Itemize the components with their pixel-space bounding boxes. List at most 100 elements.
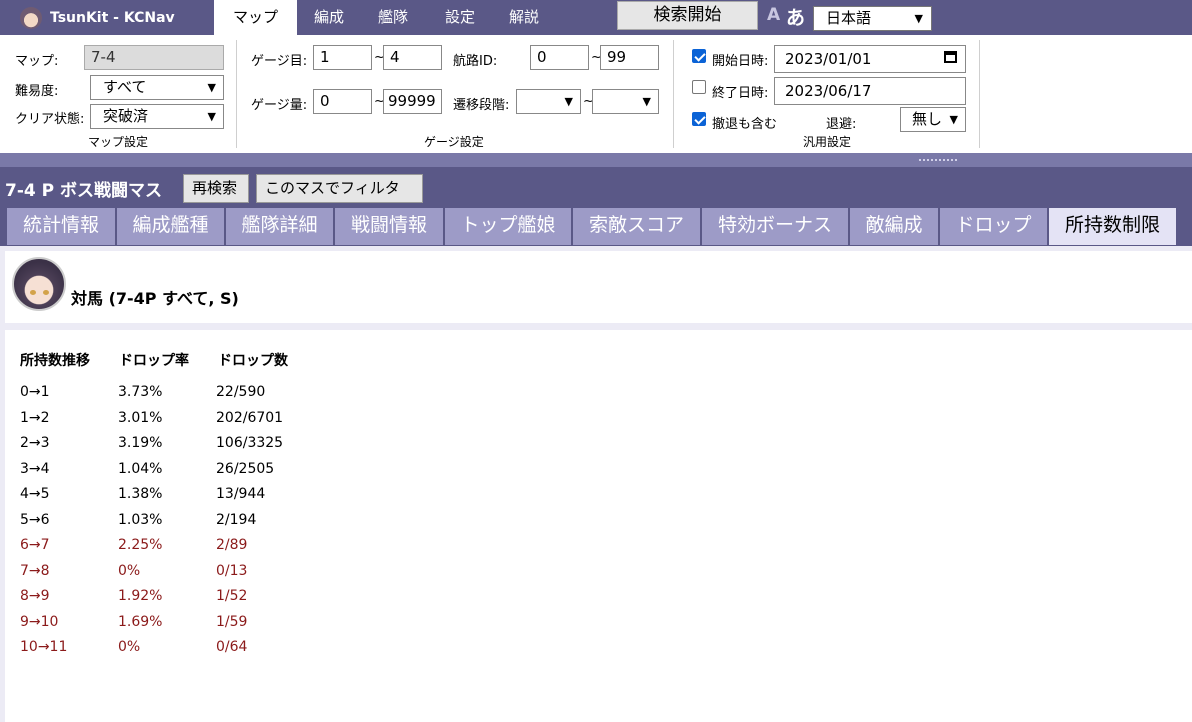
chevron-down-icon: ▼ — [914, 12, 923, 25]
calendar-icon[interactable] — [944, 51, 957, 63]
start-date-input[interactable]: 2023/01/01 — [774, 45, 966, 73]
table-row-drop-count: 2/89 — [216, 537, 248, 553]
search-start-button[interactable]: 検索開始 — [617, 1, 758, 30]
brand-logo-icon — [20, 6, 42, 29]
route-id-to-input[interactable]: 99 — [600, 45, 659, 70]
top-nav: TsunKit - KCNav マップ 編成 艦隊 設定 解説 検索開始 A あ… — [0, 0, 1192, 35]
node-title-bar: 7-4 P ボス戦闘マス 再検索 このマスでフィルタ — [0, 167, 1192, 207]
table-row-transition: 10→11 — [20, 639, 68, 655]
tab-special-bonus[interactable]: 特効ボーナス — [702, 208, 848, 245]
phase-label: 遷移段階: — [453, 98, 510, 113]
language-select[interactable]: 日本語 ▼ — [813, 6, 932, 31]
nav-tab-guide[interactable]: 解説 — [499, 0, 549, 35]
nav-tab-fleet[interactable]: 艦隊 — [368, 0, 418, 35]
table-row-drop-count: 0/64 — [216, 639, 248, 655]
end-date-label: 終了日時: — [712, 86, 769, 101]
table-row-drop-rate: 0% — [118, 562, 141, 579]
nav-tab-settings[interactable]: 設定 — [435, 0, 485, 35]
difficulty-value: すべて — [103, 78, 147, 96]
tab-enemy-comp[interactable]: 敵編成 — [850, 208, 938, 245]
route-id-label: 航路ID: — [453, 54, 498, 69]
column-header-drop-rate: ドロップ率 — [119, 353, 189, 369]
ship-name: 対馬 (7-4P すべて, S) — [71, 289, 239, 308]
table-row-drop-count: 106/3325 — [216, 435, 284, 451]
nav-tab-map[interactable]: マップ — [214, 0, 297, 35]
evade-label: 退避: — [826, 117, 857, 132]
font-latin-icon[interactable]: A — [767, 5, 780, 25]
table-row-transition: 5→6 — [20, 511, 50, 528]
column-header-transition: 所持数推移 — [20, 353, 90, 369]
end-date-checkbox[interactable] — [692, 80, 706, 94]
tab-drops[interactable]: ドロップ — [940, 208, 1047, 245]
column-header-drop-count: ドロップ数 — [218, 353, 288, 369]
gauge-number-from-input[interactable]: 1 — [313, 45, 372, 70]
tab-ownership-limit[interactable]: 所持数制限 — [1049, 208, 1176, 245]
tab-top-ships[interactable]: トップ艦娘 — [445, 208, 571, 245]
research-button[interactable]: 再検索 — [183, 174, 249, 203]
phase-from-select[interactable]: ▼ — [516, 89, 581, 114]
tab-fleet-types[interactable]: 編成艦種 — [117, 208, 224, 245]
clear-status-select[interactable]: 突破済 ▼ — [90, 104, 224, 129]
ownership-stats-table: 所持数推移 ドロップ率 ドロップ数 0→1 3.73% 22/590 1→2 3.01%… — [5, 330, 1192, 722]
gauge-settings-group-label: ゲージ設定 — [424, 135, 484, 149]
tab-battle-info[interactable]: 戦闘情報 — [335, 208, 443, 245]
include-retreat-checkbox[interactable] — [692, 112, 706, 126]
divider — [979, 40, 980, 148]
table-row-drop-count: 1/52 — [216, 588, 248, 604]
divider — [236, 40, 237, 148]
font-japanese-icon[interactable]: あ — [786, 3, 805, 30]
divider — [673, 40, 674, 148]
table-row-transition: 2→3 — [20, 435, 50, 451]
table-row-drop-count: 0/13 — [216, 562, 248, 579]
language-value: 日本語 — [826, 9, 872, 27]
brand[interactable]: TsunKit - KCNav — [20, 0, 175, 35]
end-date-input[interactable]: 2023/06/17 — [774, 77, 966, 105]
start-date-checkbox[interactable] — [692, 49, 706, 63]
difficulty-label: 難易度: — [15, 84, 59, 99]
table-row-transition: 9→10 — [20, 613, 59, 630]
gauge-number-to-input[interactable]: 4 — [383, 45, 442, 70]
tab-fleet-details[interactable]: 艦隊詳細 — [226, 208, 333, 245]
difficulty-select[interactable]: すべて ▼ — [90, 75, 224, 100]
gauge-amount-label: ゲージ量: — [251, 98, 308, 113]
ship-card: 対馬 (7-4P すべて, S) — [5, 251, 1192, 323]
chevron-down-icon: ▼ — [207, 81, 216, 94]
result-tabs: 統計情報 編成艦種 艦隊詳細 戦闘情報 トップ艦娘 索敵スコア 特効ボーナス 敵… — [0, 207, 1192, 246]
table-row-drop-count: 26/2505 — [216, 460, 275, 477]
evade-select[interactable]: 無し ▼ — [900, 107, 966, 132]
gauge-amount-to-input[interactable]: 99999 — [383, 89, 442, 114]
table-row-transition: 6→7 — [20, 537, 50, 553]
table-row-drop-rate: 1.04% — [118, 460, 163, 477]
table-row-drop-rate: 3.01% — [118, 409, 163, 426]
table-row-drop-rate: 1.92% — [118, 588, 163, 604]
include-retreat-label: 撤退も含む — [712, 117, 778, 132]
filter-node-button[interactable]: このマスでフィルタ — [256, 174, 423, 203]
table-row-drop-count: 22/590 — [216, 384, 266, 400]
table-row-transition: 3→4 — [20, 460, 50, 477]
route-id-from-input[interactable]: 0 — [530, 45, 589, 70]
table-row-drop-count: 13/944 — [216, 486, 266, 502]
phase-to-select[interactable]: ▼ — [592, 89, 659, 114]
table-row-drop-rate: 0% — [118, 639, 141, 655]
table-row-drop-rate: 3.73% — [118, 384, 163, 400]
gauge-amount-from-input[interactable]: 0 — [313, 89, 372, 114]
map-field: 7-4 — [84, 45, 224, 70]
tab-statistics[interactable]: 統計情報 — [7, 208, 115, 245]
table-row-transition: 0→1 — [20, 384, 50, 400]
panel-splitter[interactable] — [0, 153, 1192, 167]
table-row-drop-rate: 1.38% — [118, 486, 163, 502]
table-row-drop-rate: 3.19% — [118, 435, 163, 451]
clear-status-label: クリア状態: — [15, 112, 85, 127]
table-row-transition: 8→9 — [20, 588, 50, 604]
drag-handle-icon[interactable] — [918, 158, 958, 162]
ship-avatar — [12, 257, 66, 311]
tab-los-score[interactable]: 索敵スコア — [573, 208, 700, 245]
chevron-down-icon: ▼ — [642, 95, 651, 108]
table-row-drop-rate: 1.03% — [118, 511, 163, 528]
nav-tab-fleet-composition[interactable]: 編成 — [304, 0, 354, 35]
evade-value: 無し — [912, 110, 943, 128]
map-settings-group-label: マップ設定 — [88, 135, 149, 149]
node-title: 7-4 P ボス戦闘マス — [5, 181, 163, 201]
brand-name: TsunKit - KCNav — [50, 9, 175, 26]
clear-status-value: 突破済 — [103, 107, 149, 125]
